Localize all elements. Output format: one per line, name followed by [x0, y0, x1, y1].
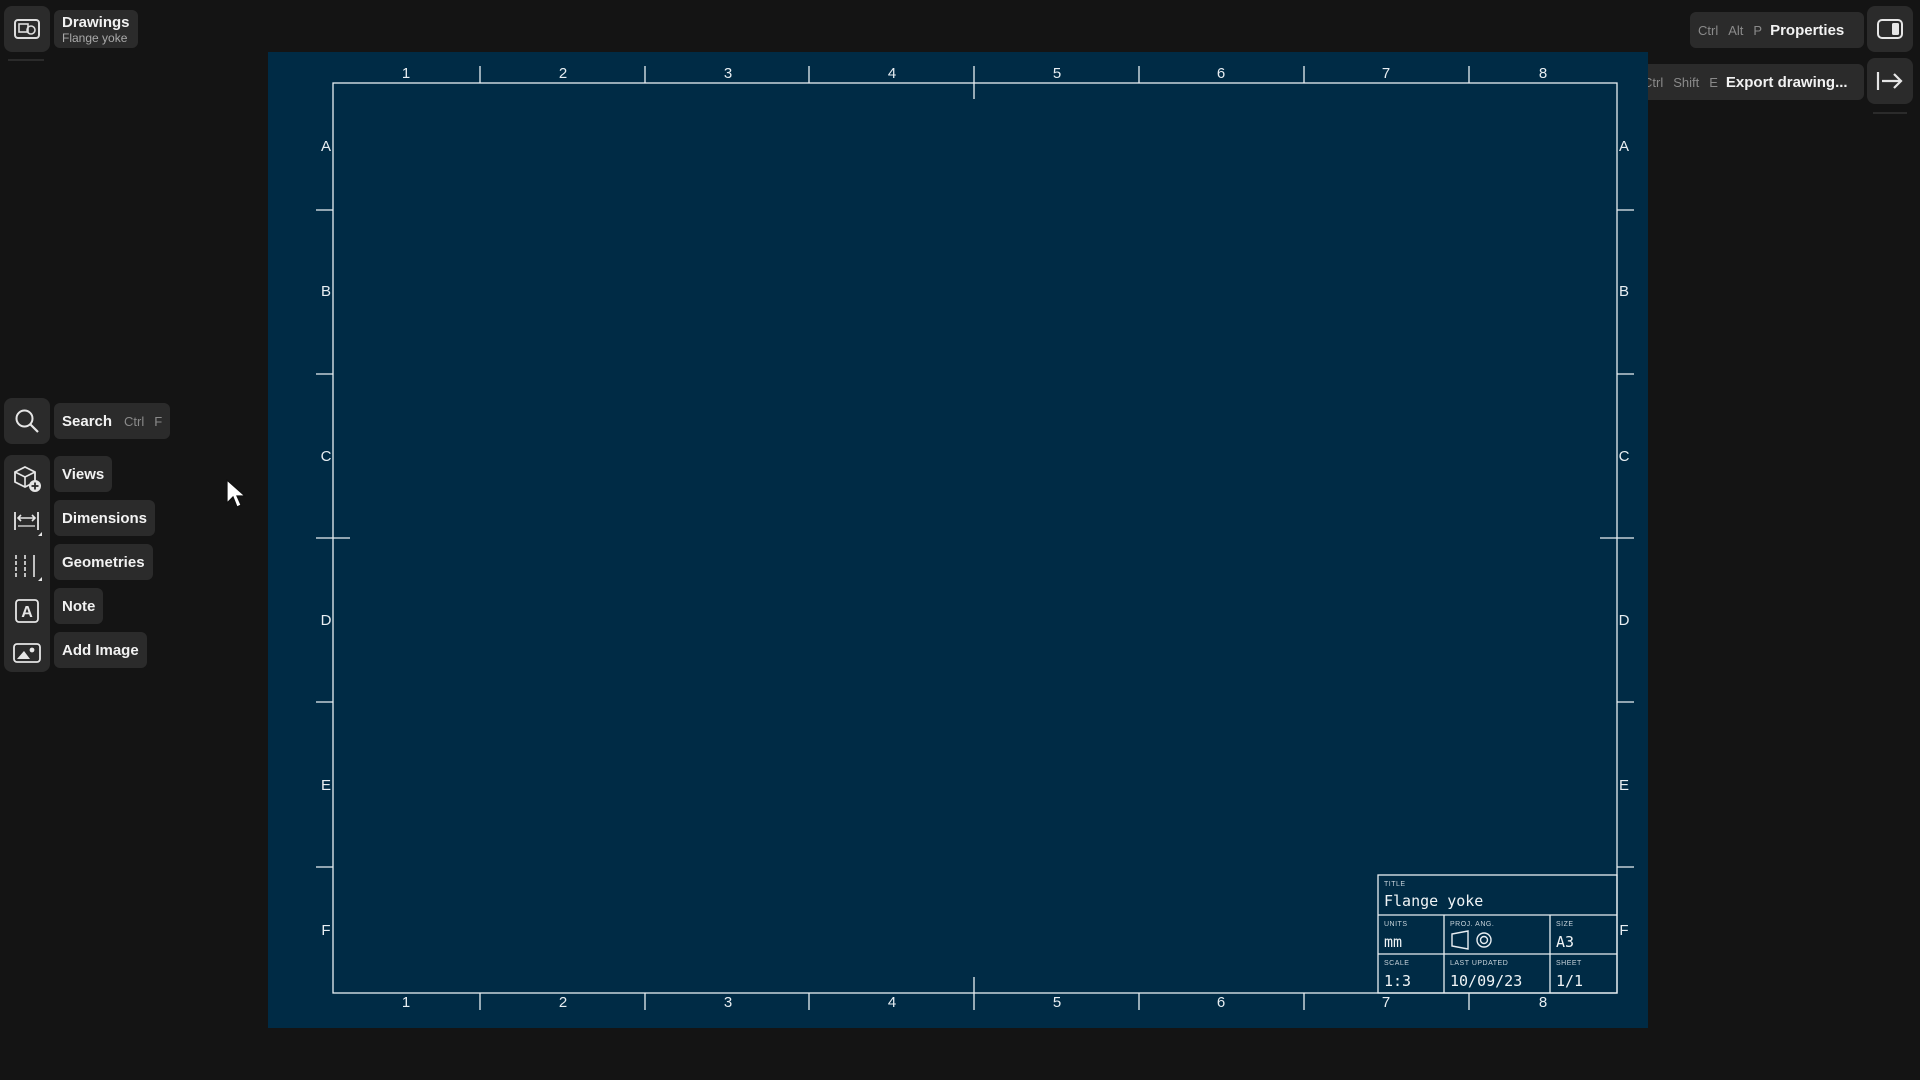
tb-scale-value: 1:3: [1384, 972, 1412, 990]
tb-size-label: SIZE: [1556, 921, 1574, 928]
search-icon-button[interactable]: [4, 398, 50, 444]
row-label-right-b: B: [1618, 283, 1629, 300]
dimension-icon: [14, 512, 42, 536]
tool-add-image[interactable]: [4, 633, 50, 673]
document-name: Flange yoke: [62, 30, 128, 45]
row-label-left-f: F: [321, 922, 331, 939]
properties-button[interactable]: Ctrl Alt P Properties: [1690, 12, 1864, 48]
panel-icon: [1877, 19, 1903, 39]
col-label-top-5: 5: [1052, 65, 1062, 82]
note-text-icon: A: [15, 599, 39, 623]
dimensions-button[interactable]: Dimensions: [54, 500, 156, 536]
col-label-top-2: 2: [558, 65, 568, 82]
mouse-cursor-icon: [226, 479, 246, 508]
tb-title-label: TITLE: [1384, 881, 1406, 888]
search-icon: [15, 409, 39, 433]
app-title: Drawings: [62, 13, 130, 31]
top-right-divider: [1873, 112, 1907, 114]
svg-text:A: A: [21, 604, 33, 621]
search-key-ctrl: Ctrl: [124, 413, 145, 429]
add-image-button[interactable]: Add Image: [54, 632, 147, 668]
col-label-bottom-7: 7: [1381, 994, 1391, 1011]
search-button[interactable]: Search Ctrl F: [54, 403, 170, 439]
search-label: Search: [62, 412, 113, 430]
export-drawing-button[interactable]: Ctrl Shift E Export drawing...: [1635, 64, 1864, 100]
tb-title-value: Flange yoke: [1384, 892, 1484, 910]
row-label-right-e: E: [1618, 777, 1629, 794]
properties-key-alt: Alt: [1728, 22, 1744, 38]
toggle-panel-button[interactable]: [1867, 6, 1913, 52]
export-icon-button[interactable]: [1867, 58, 1913, 104]
geometries-label: Geometries: [62, 553, 145, 571]
tool-icon-column: A: [4, 455, 50, 672]
note-button[interactable]: Note: [54, 588, 104, 624]
views-add-icon: [14, 465, 41, 492]
image-icon: [13, 643, 41, 663]
tool-dimensions[interactable]: [4, 503, 50, 543]
header-divider: [8, 59, 44, 61]
col-label-top-4: 4: [887, 65, 897, 82]
col-label-top-7: 7: [1381, 65, 1391, 82]
properties-label: Properties: [1770, 21, 1845, 39]
col-label-bottom-4: 4: [887, 994, 897, 1011]
tb-sheet-label: SHEET: [1556, 960, 1582, 967]
projection-angle-symbol: [1451, 930, 1492, 950]
row-label-left-a: A: [320, 138, 331, 155]
col-label-bottom-5: 5: [1052, 994, 1062, 1011]
tb-size-value: A3: [1556, 933, 1575, 951]
tool-geometries[interactable]: [4, 547, 50, 587]
properties-key-p: P: [1753, 22, 1763, 38]
row-label-right-d: D: [1618, 612, 1630, 629]
tb-projection-label: PROJ. ANG.: [1450, 921, 1495, 928]
tb-units-label: UNITS: [1384, 921, 1408, 928]
col-label-bottom-8: 8: [1538, 994, 1548, 1011]
app-menu-button[interactable]: [4, 6, 50, 52]
row-label-left-c: C: [320, 448, 332, 465]
views-button[interactable]: Views: [54, 456, 113, 492]
note-label: Note: [62, 597, 96, 615]
col-label-bottom-3: 3: [723, 994, 733, 1011]
tb-units-value: mm: [1384, 933, 1403, 951]
row-label-right-a: A: [1618, 138, 1629, 155]
row-label-right-c: C: [1618, 448, 1630, 465]
export-key-shift: Shift: [1673, 74, 1700, 90]
sheet-frame: [316, 66, 1634, 1010]
col-label-top-1: 1: [401, 65, 411, 82]
document-title-box[interactable]: Drawings Flange yoke: [54, 10, 138, 48]
tb-scale-label: SCALE: [1384, 960, 1410, 967]
row-label-left-b: B: [320, 283, 331, 300]
row-label-left-e: E: [320, 777, 331, 794]
col-label-top-3: 3: [723, 65, 733, 82]
col-label-top-8: 8: [1538, 65, 1548, 82]
row-label-left-d: D: [320, 612, 332, 629]
row-label-right-f: F: [1619, 922, 1629, 939]
dimensions-label: Dimensions: [62, 509, 148, 527]
tb-updated-label: LAST UPDATED: [1450, 960, 1509, 967]
tool-views[interactable]: [4, 459, 50, 499]
tool-note[interactable]: A: [4, 591, 50, 631]
search-key-f: F: [154, 413, 163, 429]
col-label-bottom-1: 1: [401, 994, 411, 1011]
col-label-bottom-2: 2: [558, 994, 568, 1011]
drawing-icon: [14, 19, 40, 39]
add-image-label: Add Image: [62, 641, 139, 659]
drawing-sheet[interactable]: 1 2 3 4 5 6 7 8 1 2 3 4 5 6 7 8 A B C D …: [268, 52, 1648, 1028]
export-arrow-icon: [1876, 72, 1903, 90]
geometries-icon: [15, 555, 42, 581]
tb-updated-value: 10/09/23: [1450, 972, 1523, 990]
export-label: Export drawing...: [1725, 73, 1848, 91]
properties-key-ctrl: Ctrl: [1698, 22, 1719, 38]
export-key-e: E: [1709, 74, 1718, 90]
views-label: Views: [62, 465, 105, 483]
geometries-button[interactable]: Geometries: [54, 544, 153, 580]
tb-sheet-value: 1/1: [1556, 972, 1584, 990]
col-label-top-6: 6: [1216, 65, 1226, 82]
col-label-bottom-6: 6: [1216, 994, 1226, 1011]
